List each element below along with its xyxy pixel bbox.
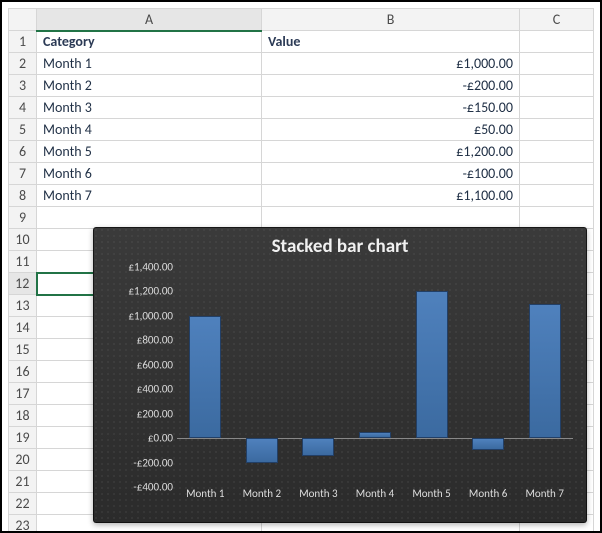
- cell-A2[interactable]: Month 1: [37, 53, 262, 75]
- cell-B6[interactable]: £1,200.00: [262, 141, 520, 163]
- chart-ytick: £1,400.00: [111, 261, 177, 274]
- cell-C7[interactable]: [520, 163, 594, 185]
- embedded-chart[interactable]: Stacked bar chart £1,400.00£1,200.00£1,0…: [93, 227, 587, 523]
- row-header[interactable]: 5: [9, 119, 37, 141]
- chart-ytick: £1,000.00: [111, 309, 177, 322]
- chart-xtick: Month 5: [412, 487, 450, 500]
- row-header[interactable]: 17: [9, 383, 37, 405]
- chart-ytick: £800.00: [111, 334, 177, 347]
- row-header[interactable]: 22: [9, 493, 37, 515]
- chart-ytick: £1,200.00: [111, 285, 177, 298]
- chart-ytick: -£400.00: [111, 481, 177, 494]
- chart-title: Stacked bar chart: [93, 227, 587, 260]
- col-header-B[interactable]: B: [262, 9, 520, 31]
- spreadsheet: A B C 1CategoryValue2Month 1£1,000.003Mo…: [8, 8, 594, 525]
- row-header[interactable]: 9: [9, 207, 37, 229]
- col-header-C[interactable]: C: [520, 9, 594, 31]
- cell-C9[interactable]: [520, 207, 594, 229]
- col-header-A[interactable]: A: [37, 9, 262, 31]
- row-header[interactable]: 20: [9, 449, 37, 471]
- chart-bar[interactable]: [416, 291, 448, 438]
- cell-B7[interactable]: -£100.00: [262, 163, 520, 185]
- cell-A8[interactable]: Month 7: [37, 185, 262, 207]
- row-header[interactable]: 3: [9, 75, 37, 97]
- row-header[interactable]: 14: [9, 317, 37, 339]
- cell-B8[interactable]: £1,100.00: [262, 185, 520, 207]
- cell-C2[interactable]: [520, 53, 594, 75]
- row-header[interactable]: 21: [9, 471, 37, 493]
- row-header[interactable]: 2: [9, 53, 37, 75]
- row-header[interactable]: 10: [9, 229, 37, 251]
- cell-A9[interactable]: [37, 207, 262, 229]
- chart-bar[interactable]: [246, 438, 278, 462]
- cell-B3[interactable]: -£200.00: [262, 75, 520, 97]
- cell-A7[interactable]: Month 6: [37, 163, 262, 185]
- cell-B2[interactable]: £1,000.00: [262, 53, 520, 75]
- chart-xtick: Month 1: [186, 487, 224, 500]
- row-header[interactable]: 1: [9, 31, 37, 53]
- chart-bar[interactable]: [529, 304, 561, 438]
- row-header[interactable]: 7: [9, 163, 37, 185]
- chart-xtick: Month 3: [299, 487, 337, 500]
- chart-xtick: Month 6: [469, 487, 507, 500]
- row-header[interactable]: 23: [9, 515, 37, 533]
- row-header[interactable]: 13: [9, 295, 37, 317]
- chart-bars-area: [177, 267, 573, 487]
- cell-A3[interactable]: Month 2: [37, 75, 262, 97]
- row-header[interactable]: 8: [9, 185, 37, 207]
- cell-C3[interactable]: [520, 75, 594, 97]
- chart-xtick: Month 7: [525, 487, 563, 500]
- row-header[interactable]: 16: [9, 361, 37, 383]
- chart-bar[interactable]: [302, 438, 334, 456]
- chart-bar[interactable]: [359, 432, 391, 438]
- row-header[interactable]: 18: [9, 405, 37, 427]
- spreadsheet-frame: A B C 1CategoryValue2Month 1£1,000.003Mo…: [0, 0, 602, 533]
- select-all-corner[interactable]: [9, 9, 37, 31]
- cell-A6[interactable]: Month 5: [37, 141, 262, 163]
- chart-plot-area: £1,400.00£1,200.00£1,000.00£800.00£600.0…: [111, 267, 577, 505]
- row-header[interactable]: 11: [9, 251, 37, 273]
- chart-ytick: £400.00: [111, 383, 177, 396]
- chart-bar[interactable]: [189, 316, 221, 438]
- cell-B4[interactable]: -£150.00: [262, 97, 520, 119]
- row-header[interactable]: 19: [9, 427, 37, 449]
- chart-bar[interactable]: [472, 438, 504, 450]
- chart-zero-axis: [177, 438, 573, 439]
- chart-y-axis: £1,400.00£1,200.00£1,000.00£800.00£600.0…: [111, 267, 173, 487]
- cell-A4[interactable]: Month 3: [37, 97, 262, 119]
- chart-xtick: Month 4: [356, 487, 394, 500]
- cell-C4[interactable]: [520, 97, 594, 119]
- row-header[interactable]: 4: [9, 97, 37, 119]
- cell-B1[interactable]: Value: [262, 31, 520, 53]
- cell-A5[interactable]: Month 4: [37, 119, 262, 141]
- cell-B5[interactable]: £50.00: [262, 119, 520, 141]
- cell-A1[interactable]: Category: [37, 31, 262, 53]
- chart-ytick: -£200.00: [111, 456, 177, 469]
- row-header[interactable]: 15: [9, 339, 37, 361]
- chart-ytick: £600.00: [111, 358, 177, 371]
- chart-ytick: £200.00: [111, 407, 177, 420]
- chart-ytick: £0.00: [111, 432, 177, 445]
- row-header[interactable]: 12: [9, 273, 37, 295]
- cell-C1[interactable]: [520, 31, 594, 53]
- cell-C5[interactable]: [520, 119, 594, 141]
- cell-C8[interactable]: [520, 185, 594, 207]
- cell-B9[interactable]: [262, 207, 520, 229]
- cell-C6[interactable]: [520, 141, 594, 163]
- chart-xtick: Month 2: [243, 487, 281, 500]
- chart-x-axis: Month 1 Month 2 Month 3 Month 4 Month 5 Month…: [177, 487, 573, 505]
- row-header[interactable]: 6: [9, 141, 37, 163]
